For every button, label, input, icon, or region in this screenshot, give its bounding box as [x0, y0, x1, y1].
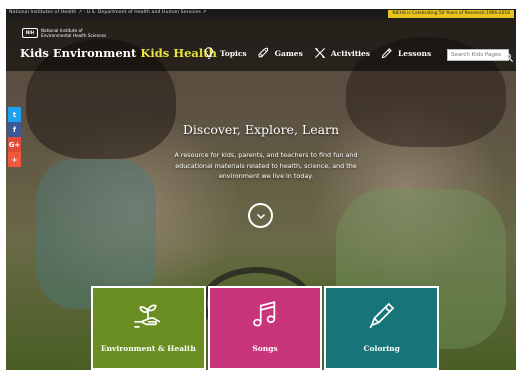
tools-icon	[314, 47, 325, 59]
search-input[interactable]	[447, 49, 509, 61]
nav-lessons[interactable]: Lessons	[380, 46, 431, 60]
scroll-down-button[interactable]	[248, 203, 273, 228]
music-note-icon	[253, 301, 276, 327]
site-title-main: Kids Environment	[20, 46, 137, 60]
nav-lessons-label: Lessons	[398, 48, 432, 58]
niehs-name-line2: Environmental Health Sciences	[41, 33, 107, 38]
nav-topics[interactable]: Topics	[202, 46, 247, 60]
site-header: NIH National Institute of Environmental …	[6, 19, 516, 71]
share-plus-glyph: +	[11, 155, 18, 164]
tile-coloring[interactable]: Coloring	[324, 286, 440, 370]
plant-hand-icon	[134, 304, 161, 328]
nav-games-label: Games	[274, 48, 303, 58]
nav-activities[interactable]: Activities	[313, 46, 370, 60]
niehs-logo[interactable]: NIH National Institute of Environmental …	[22, 28, 111, 38]
twitter-glyph: t	[12, 110, 17, 119]
pencil-icon	[381, 48, 392, 59]
social-share-bar: t f G+ +	[8, 107, 21, 167]
google-plus-icon[interactable]: G+	[8, 137, 21, 152]
government-bar: National Institutes of Health ↗ · U.S. D…	[6, 9, 516, 19]
search-icon	[504, 53, 514, 63]
twitter-icon[interactable]: t	[8, 107, 21, 122]
rocket-icon	[257, 47, 268, 58]
tile-environment-health-label: Environment & Health	[100, 344, 196, 353]
tile-songs[interactable]: Songs	[207, 286, 323, 370]
site-title[interactable]: Kids Environment Kids Health	[20, 46, 217, 60]
crayon-icon	[369, 302, 394, 329]
page-frame: National Institutes of Health ↗ · U.S. D…	[6, 9, 516, 370]
anniversary-banner[interactable]: NIEHS is Celebrating 50 Years of Researc…	[388, 10, 514, 18]
nav-games[interactable]: Games	[257, 46, 303, 60]
chevron-down-icon	[256, 213, 265, 219]
nav-activities-label: Activities	[330, 48, 371, 58]
niehs-name: National Institute of Environmental Heal…	[41, 28, 111, 38]
nih-mark: NIH	[22, 28, 38, 38]
feature-tiles: Environment & Health Songs Coloring	[91, 286, 440, 370]
hero-intro: A resource for kids, parents, and teache…	[174, 151, 358, 180]
main-nav: Topics Games Activities Lessons	[202, 46, 431, 60]
lightbulb-icon	[204, 47, 214, 59]
tile-environment-health[interactable]: Environment & Health	[91, 286, 206, 370]
google-plus-glyph: G+	[8, 140, 21, 149]
search-button[interactable]	[503, 48, 516, 63]
nav-topics-label: Topics	[220, 48, 247, 58]
tile-coloring-label: Coloring	[363, 344, 400, 353]
hero-tagline: Discover, Explore, Learn	[182, 122, 340, 137]
tile-songs-label: Songs	[252, 344, 278, 353]
gov-links[interactable]: National Institutes of Health ↗ · U.S. D…	[9, 10, 206, 15]
share-plus-icon[interactable]: +	[8, 152, 21, 167]
